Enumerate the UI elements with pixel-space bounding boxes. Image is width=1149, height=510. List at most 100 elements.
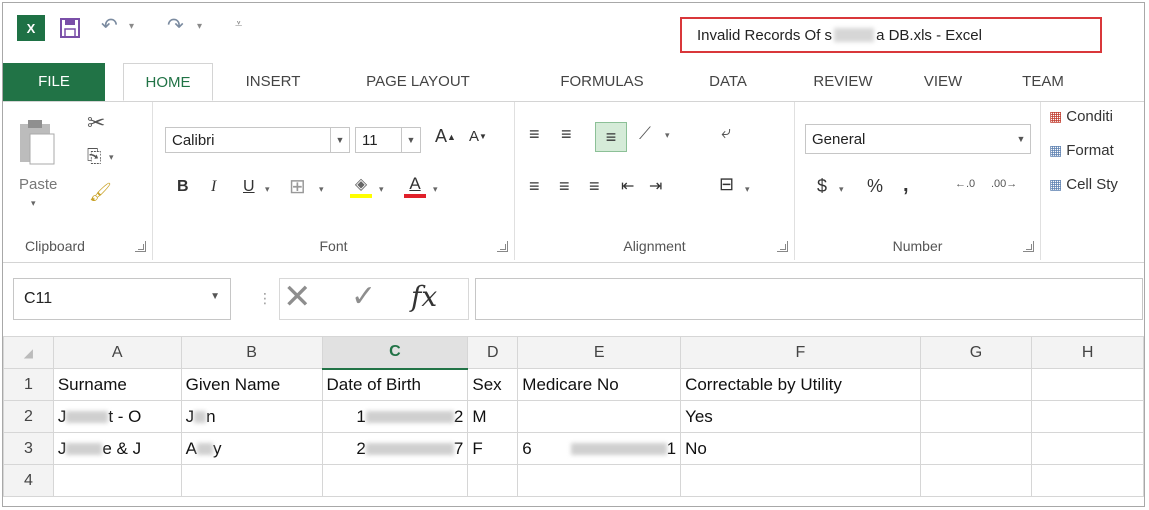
font-size-select[interactable]: 11 ▼ xyxy=(355,127,421,153)
tab-page-layout[interactable]: PAGE LAYOUT xyxy=(343,63,493,101)
cell[interactable]: 61 xyxy=(517,432,682,465)
col-header-a[interactable]: A xyxy=(52,336,182,369)
cell[interactable] xyxy=(919,400,1033,433)
cell[interactable] xyxy=(919,464,1033,497)
currency-dropdown-icon[interactable]: ▾ xyxy=(839,184,844,195)
font-launcher-icon[interactable] xyxy=(497,241,508,252)
col-header-h[interactable]: H xyxy=(1031,336,1144,369)
select-all-corner[interactable]: ◢ xyxy=(3,336,54,369)
row-header[interactable]: 1 xyxy=(3,368,54,401)
paste-icon[interactable] xyxy=(15,112,59,172)
tab-review[interactable]: REVIEW xyxy=(798,63,888,101)
cell[interactable]: Je & J xyxy=(52,432,182,465)
redo-icon[interactable]: ↷ xyxy=(167,13,184,37)
row-header[interactable]: 2 xyxy=(3,400,54,433)
cell[interactable] xyxy=(1031,368,1144,401)
redo-dropdown-icon[interactable]: ▾ xyxy=(197,21,202,32)
cell[interactable]: Jn xyxy=(180,400,323,433)
decrease-indent-icon[interactable]: ⇤ xyxy=(621,176,634,196)
undo-dropdown-icon[interactable]: ▾ xyxy=(129,21,134,32)
middle-align-icon[interactable]: ≡ xyxy=(561,124,572,145)
cancel-icon[interactable]: ✕ xyxy=(283,277,312,317)
cell[interactable]: Surname xyxy=(52,368,182,401)
underline-dropdown-icon[interactable]: ▾ xyxy=(265,184,270,195)
italic-button[interactable]: I xyxy=(211,178,216,196)
shrink-font-button[interactable]: A ▼ xyxy=(469,128,487,145)
font-color-dropdown-icon[interactable]: ▾ xyxy=(433,184,438,195)
tab-insert[interactable]: INSERT xyxy=(233,63,313,101)
insert-function-button[interactable]: fx xyxy=(411,280,437,313)
cell[interactable] xyxy=(1031,432,1144,465)
row-header[interactable]: 3 xyxy=(3,432,54,465)
fill-dropdown-icon[interactable]: ▾ xyxy=(379,184,384,195)
paste-dropdown-icon[interactable]: ▾ xyxy=(31,198,36,209)
grow-font-button[interactable]: A ▲ xyxy=(435,126,456,147)
increase-decimal-icon[interactable]: ←.0 xyxy=(955,178,975,190)
cell[interactable]: Medicare No xyxy=(517,368,682,401)
col-header-c[interactable]: C xyxy=(321,336,469,370)
percent-button[interactable]: % xyxy=(867,176,883,197)
customize-toolbar-icon[interactable]: ⩡ xyxy=(235,17,242,32)
align-right-icon[interactable]: ≡ xyxy=(589,176,600,197)
bottom-align-icon[interactable]: ≡ xyxy=(595,122,627,152)
copy-dropdown-icon[interactable]: ▾ xyxy=(109,152,114,163)
cell[interactable] xyxy=(1031,464,1144,497)
cell[interactable]: Jt - O xyxy=(52,400,182,433)
font-color-button[interactable]: A xyxy=(403,172,427,200)
cell[interactable] xyxy=(180,464,323,497)
decrease-decimal-icon[interactable]: .00→ xyxy=(991,178,1017,190)
wrap-text-icon[interactable]: ⤶ xyxy=(721,122,731,143)
col-header-d[interactable]: D xyxy=(467,336,519,369)
align-center-icon[interactable]: ≡ xyxy=(559,176,570,197)
cell[interactable] xyxy=(467,464,519,497)
tab-team[interactable]: TEAM xyxy=(1008,63,1078,101)
clipboard-launcher-icon[interactable] xyxy=(135,241,146,252)
comma-button[interactable]: , xyxy=(903,174,909,197)
copy-icon[interactable]: ⎘ xyxy=(87,146,101,167)
cell[interactable] xyxy=(321,464,469,497)
col-header-g[interactable]: G xyxy=(919,336,1033,369)
merge-center-icon[interactable]: ⊟ xyxy=(719,174,734,195)
formula-input[interactable] xyxy=(475,278,1143,320)
undo-icon[interactable]: ↶ xyxy=(101,13,118,37)
orientation-icon[interactable]: ⟋ xyxy=(639,124,651,144)
cell[interactable] xyxy=(52,464,182,497)
tab-formulas[interactable]: FORMULAS xyxy=(543,63,661,101)
format-painter-icon[interactable]: 🖌 xyxy=(89,182,112,203)
bold-button[interactable]: B xyxy=(177,178,189,196)
col-header-e[interactable]: E xyxy=(517,336,682,369)
cell[interactable]: No xyxy=(680,432,921,465)
conditional-formatting-button[interactable]: ▦ Conditi xyxy=(1049,108,1113,125)
underline-button[interactable]: U xyxy=(243,178,255,196)
cell[interactable]: Yes xyxy=(680,400,921,433)
cell[interactable] xyxy=(919,368,1033,401)
top-align-icon[interactable]: ≡ xyxy=(529,124,540,145)
font-name-select[interactable]: Calibri ▼ xyxy=(165,127,350,153)
tab-view[interactable]: VIEW xyxy=(913,63,973,101)
enter-icon[interactable]: ✓ xyxy=(351,279,376,314)
cell[interactable]: Date of Birth xyxy=(321,368,469,401)
cell[interactable] xyxy=(517,464,682,497)
cell[interactable]: Sex xyxy=(467,368,519,401)
cut-icon[interactable]: ✂ xyxy=(87,110,105,136)
borders-dropdown-icon[interactable]: ▾ xyxy=(319,184,324,195)
cell[interactable]: Ay xyxy=(180,432,323,465)
cell[interactable]: Given Name xyxy=(180,368,323,401)
cell[interactable] xyxy=(680,464,921,497)
number-format-select[interactable]: General ▼ xyxy=(805,124,1031,154)
col-header-f[interactable]: F xyxy=(680,336,921,369)
align-left-icon[interactable]: ≡ xyxy=(529,176,540,197)
paste-label[interactable]: Paste xyxy=(19,176,57,193)
merge-dropdown-icon[interactable]: ▾ xyxy=(745,184,750,195)
borders-icon[interactable]: ⊞ xyxy=(289,174,306,199)
cell-styles-button[interactable]: ▦ Cell Sty xyxy=(1049,176,1118,193)
tab-home[interactable]: HOME xyxy=(123,63,213,101)
col-header-b[interactable]: B xyxy=(180,336,323,369)
increase-indent-icon[interactable]: ⇥ xyxy=(649,176,662,196)
cell[interactable]: 27 xyxy=(321,432,469,465)
orientation-dropdown-icon[interactable]: ▾ xyxy=(665,130,670,141)
number-launcher-icon[interactable] xyxy=(1023,241,1034,252)
cell[interactable]: 12 xyxy=(321,400,469,433)
cell[interactable]: M xyxy=(467,400,519,433)
format-as-table-button[interactable]: ▦ Format xyxy=(1049,142,1114,159)
